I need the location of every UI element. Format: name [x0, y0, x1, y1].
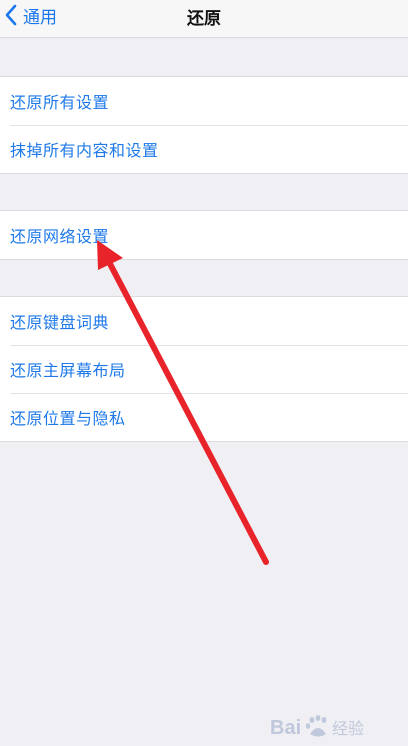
erase-all-content-cell[interactable]: 抹掉所有内容和设置 — [0, 125, 408, 173]
cell-label: 还原键盘词典 — [10, 313, 110, 332]
cell-label: 还原网络设置 — [10, 227, 110, 246]
reset-keyboard-dictionary-cell[interactable]: 还原键盘词典 — [0, 297, 408, 345]
baidu-paw-icon: Bai 经验 — [270, 715, 364, 739]
svg-text:Bai: Bai — [270, 717, 301, 739]
settings-group-other-resets: 还原键盘词典 还原主屏幕布局 还原位置与隐私 — [0, 296, 408, 442]
reset-network-settings-cell[interactable]: 还原网络设置 — [0, 211, 408, 259]
navigation-bar: 通用 还原 — [0, 0, 408, 38]
reset-home-screen-layout-cell[interactable]: 还原主屏幕布局 — [0, 345, 408, 393]
svg-text:经验: 经验 — [332, 720, 364, 738]
cell-label: 还原主屏幕布局 — [10, 361, 126, 380]
cell-label: 还原位置与隐私 — [10, 409, 126, 428]
cell-label: 抹掉所有内容和设置 — [10, 141, 159, 160]
cell-label: 还原所有设置 — [10, 93, 110, 112]
reset-location-privacy-cell[interactable]: 还原位置与隐私 — [0, 393, 408, 441]
page-title: 还原 — [187, 9, 221, 29]
reset-all-settings-cell[interactable]: 还原所有设置 — [0, 77, 408, 125]
baidu-watermark: Bai 经验 — [270, 712, 382, 740]
settings-group-reset-all: 还原所有设置 抹掉所有内容和设置 — [0, 76, 408, 174]
settings-group-network: 还原网络设置 — [0, 210, 408, 260]
